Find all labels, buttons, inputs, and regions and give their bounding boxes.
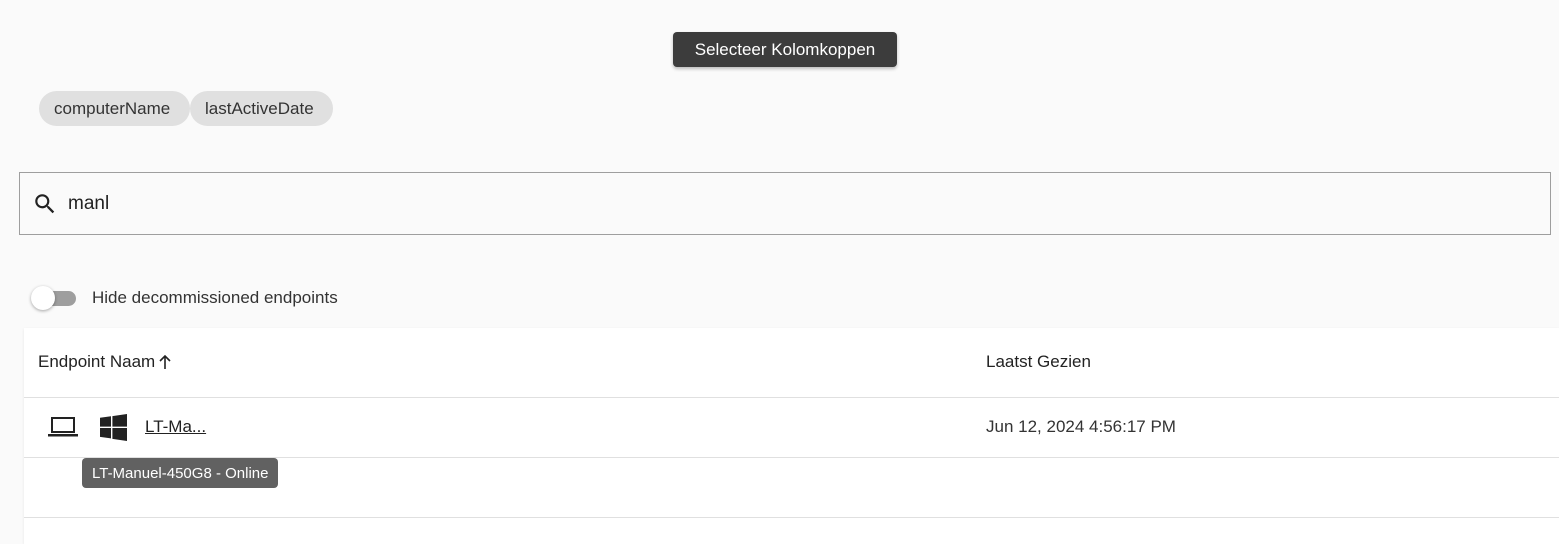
column-header-endpoint-name[interactable]: Endpoint Naam — [38, 352, 172, 372]
column-header-label: Laatst Gezien — [986, 352, 1091, 371]
column-chip-list: computerName lastActiveDate — [39, 91, 333, 126]
chip-label: lastActiveDate — [205, 98, 314, 118]
search-input[interactable] — [68, 183, 1528, 225]
endpoint-tooltip: LT-Manuel-450G8 - Online — [82, 458, 279, 488]
table-row[interactable]: LT-Ma... Jun 12, 2024 4:56:17 PM — [24, 398, 1559, 458]
search-icon — [35, 194, 55, 214]
select-columns-button[interactable]: Selecteer Kolomkoppen — [673, 32, 897, 67]
laptop-icon — [48, 417, 78, 437]
column-header-label: Endpoint Naam — [38, 352, 156, 371]
sort-ascending-icon — [159, 354, 171, 369]
windows-icon — [100, 414, 127, 441]
endpoint-name-link[interactable]: LT-Ma... — [145, 417, 206, 437]
column-chip-computername[interactable]: computerName — [39, 91, 190, 126]
hide-decommissioned-label: Hide decommissioned endpoints — [92, 288, 338, 307]
hide-decommissioned-filter: Hide decommissioned endpoints — [30, 283, 338, 313]
toggle-thumb — [31, 286, 55, 310]
chip-label: computerName — [54, 98, 171, 118]
hide-decommissioned-toggle[interactable] — [30, 283, 78, 313]
endpoints-table: Endpoint Naam Laatst Gezien LT-Ma... Jun… — [24, 328, 1559, 544]
table-header: Endpoint Naam Laatst Gezien — [24, 328, 1559, 398]
last-seen-value: Jun 12, 2024 4:56:17 PM — [986, 417, 1176, 436]
column-chip-lastactivedate[interactable]: lastActiveDate — [190, 91, 333, 126]
column-header-last-seen[interactable]: Laatst Gezien — [986, 352, 1091, 372]
search-field[interactable] — [19, 172, 1551, 235]
